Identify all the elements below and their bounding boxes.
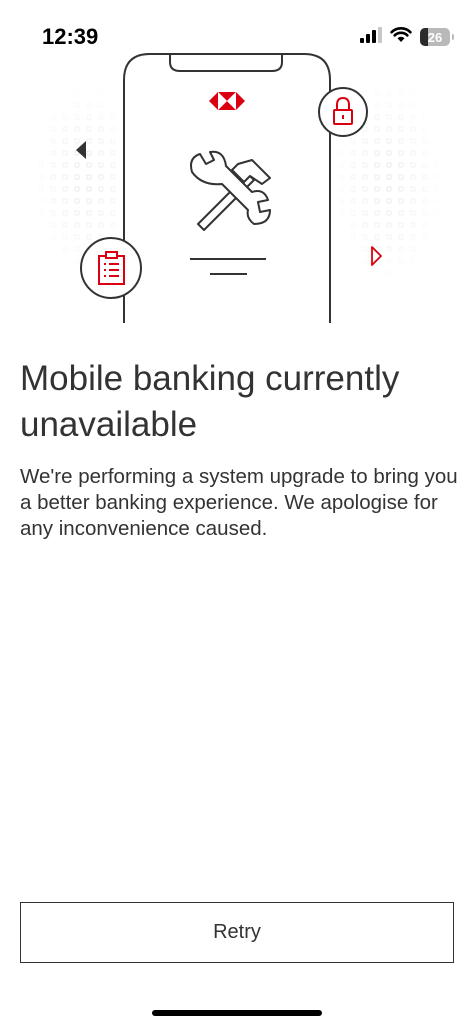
page-title: Mobile banking currently unavailable [20,359,400,444]
clipboard-icon [80,237,142,299]
page-description: We're performing a system upgrade to bri… [20,465,458,540]
retry-button[interactable]: Retry [20,902,454,963]
home-indicator[interactable] [152,1010,322,1016]
maintenance-illustration [0,40,474,330]
battery-percent: 26 [427,29,443,45]
padlock-icon [318,87,368,137]
